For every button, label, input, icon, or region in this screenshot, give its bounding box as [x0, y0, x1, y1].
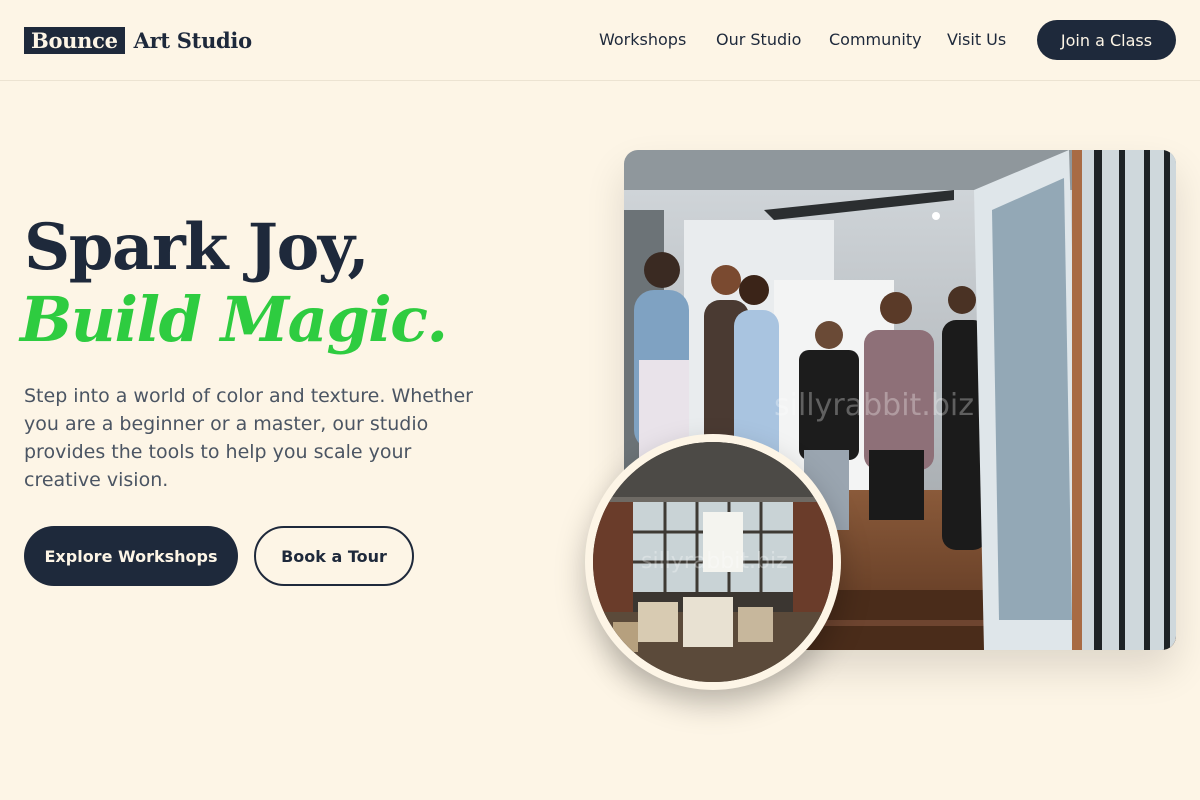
image-watermark: sillyrabbit.biz [774, 388, 974, 423]
hero-description: Step into a world of color and texture. … [24, 385, 473, 491]
nav-our-studio[interactable]: Our Studio [716, 30, 801, 49]
circle-image-watermark: sillyrabbit.biz [641, 549, 788, 574]
book-tour-button[interactable]: Book a Tour [254, 526, 414, 586]
logo[interactable]: Bounce Art Studio [24, 27, 252, 54]
logo-box: Bounce [24, 27, 125, 54]
nav-community[interactable]: Community [829, 30, 922, 49]
hero-headline: Spark Joy, Build Magic. [20, 210, 448, 356]
explore-workshops-button[interactable]: Explore Workshops [24, 526, 238, 586]
site-header: Bounce Art Studio Workshops Our Studio C… [0, 0, 1200, 81]
nav-workshops[interactable]: Workshops [599, 30, 686, 49]
nav-visit-us[interactable]: Visit Us [947, 30, 1006, 49]
join-class-button[interactable]: Join a Class [1037, 20, 1176, 60]
headline-line-2: Build Magic. [20, 283, 448, 356]
logo-text: Art Studio [133, 28, 252, 53]
headline-line-1: Spark Joy, [24, 210, 370, 285]
studio-interior-photo: sillyrabbit.biz [585, 434, 841, 690]
